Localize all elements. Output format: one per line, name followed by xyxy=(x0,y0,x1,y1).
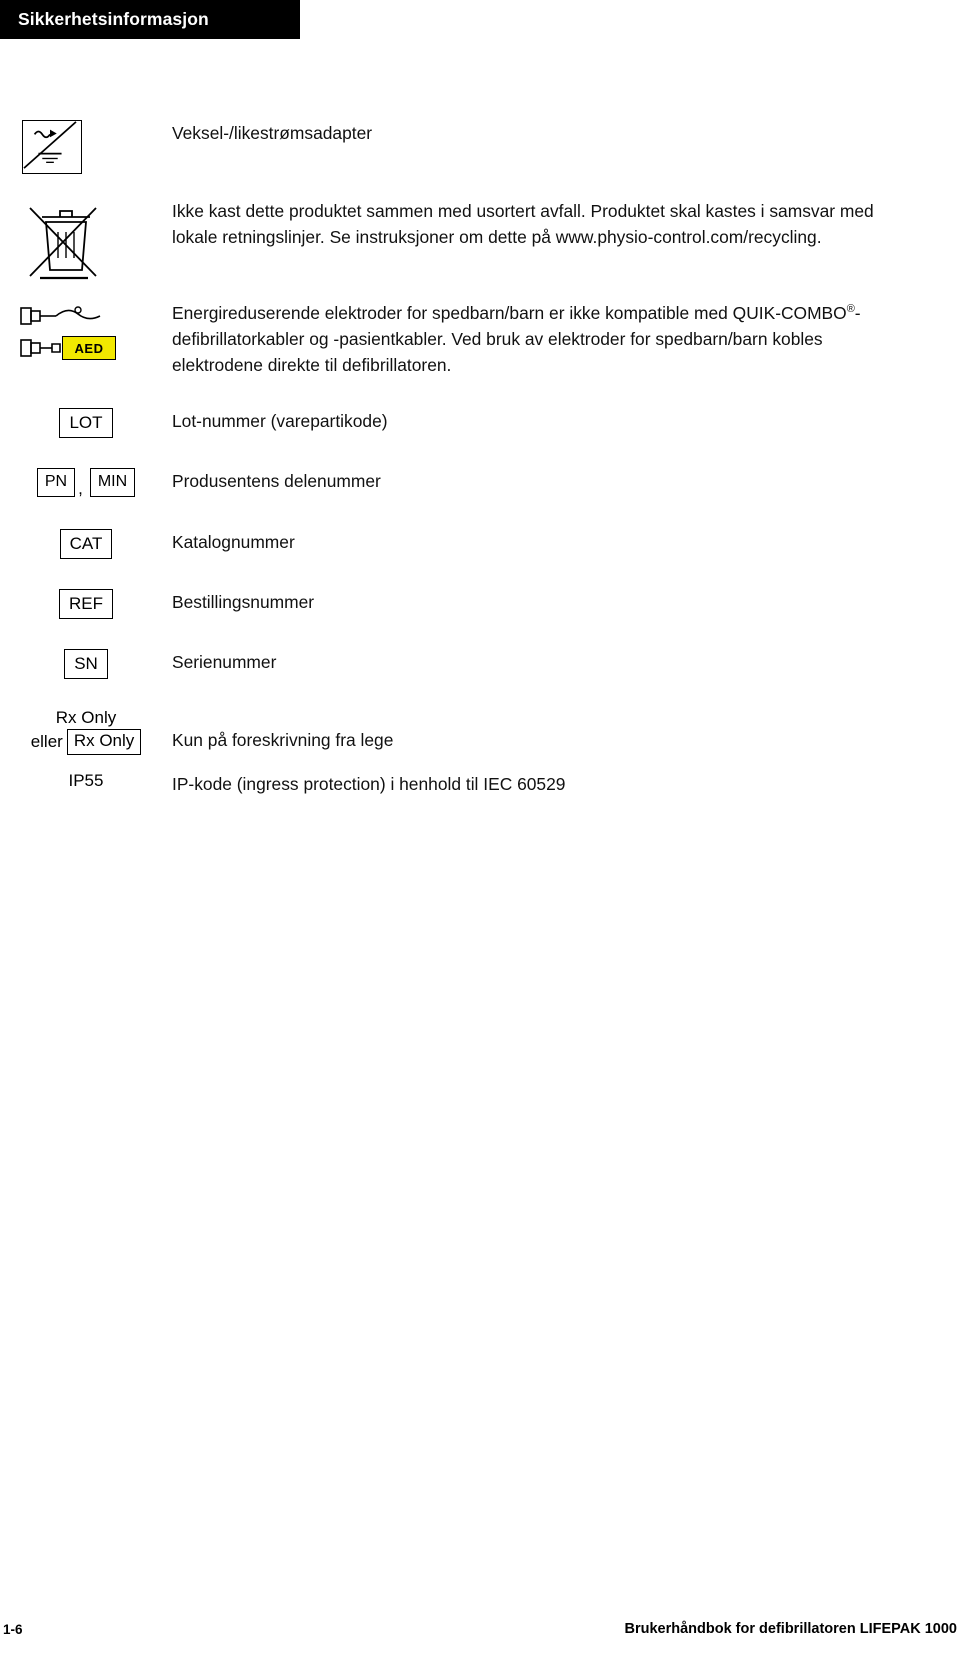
rx-only-plain-label: Rx Only xyxy=(55,708,117,727)
table-row: AED Energireduserende elektroder for spe… xyxy=(0,300,960,378)
symbol-description: Energireduserende elektroder for spedbar… xyxy=(172,300,960,378)
symbol-description: Lot-nummer (varepartikode) xyxy=(172,411,388,431)
symbol-description: IP-kode (ingress protection) i henhold t… xyxy=(172,773,566,794)
symbol-description: Bestillingsnummer xyxy=(172,592,315,612)
page-title: Sikkerhetsinformasjon xyxy=(18,8,209,29)
sn-label: SN xyxy=(64,649,108,679)
symbol-description: Katalognummer xyxy=(172,532,295,552)
aed-badge-label: AED xyxy=(74,340,104,356)
symbol-cell: AED xyxy=(0,300,172,372)
rx-only-group: Rx Only eller Rx Only xyxy=(0,707,172,755)
symbol-cell: REF xyxy=(0,589,172,619)
symbol-description: Veksel-/likestrømsadapter xyxy=(172,123,373,143)
table-row: IP55 IP-kode (ingress protection) i henh… xyxy=(0,763,960,797)
table-row: LOT Lot-nummer (varepartikode) xyxy=(0,408,960,438)
registered-trademark-mark: ® xyxy=(846,303,855,316)
page-footer: 1-6 Brukerhåndbok for defibrillatoren LI… xyxy=(0,1621,960,1637)
symbol-cell: LOT xyxy=(0,408,172,438)
symbol-description: Ikke kast dette produktet sammen med uso… xyxy=(172,201,874,247)
symbol-description: Serienummer xyxy=(172,652,277,672)
ref-label: REF xyxy=(59,589,113,619)
weee-crossed-out-bin-icon xyxy=(22,198,100,284)
table-row: PN , MIN Produsentens delenummer xyxy=(0,468,960,498)
symbol-description: Produsentens delenummer xyxy=(172,471,381,491)
rx-only-alternate-line: eller Rx Only xyxy=(0,729,172,755)
pediatric-electrodes-aed-icon: AED xyxy=(18,300,116,372)
pn-min-separator: , xyxy=(78,478,83,498)
table-row: CAT Katalognummer xyxy=(0,529,960,559)
rx-eller-label: eller xyxy=(30,732,63,752)
header-rule xyxy=(0,37,300,39)
footer-page-number: 1-6 xyxy=(3,1622,23,1637)
symbol-cell: PN , MIN xyxy=(0,468,172,498)
symbol-cell xyxy=(0,120,172,174)
symbol-description: Kun på foreskrivning fra lege xyxy=(172,730,394,750)
table-row: Ikke kast dette produktet sammen med uso… xyxy=(0,198,960,284)
min-label: MIN xyxy=(89,468,136,497)
symbol-cell xyxy=(0,198,172,284)
symbol-cell: CAT xyxy=(0,529,172,559)
cat-label: CAT xyxy=(59,529,113,559)
ip-rating-label: IP55 xyxy=(68,770,104,790)
table-row: REF Bestillingsnummer xyxy=(0,589,960,619)
rx-only-boxed-label: Rx Only xyxy=(66,729,142,755)
ac-dc-adapter-glyph xyxy=(23,121,77,169)
weee-bin-glyph xyxy=(29,207,97,280)
table-row: SN Serienummer xyxy=(0,649,960,679)
lot-label: LOT xyxy=(59,408,113,438)
footer-document-title: Brukerhåndbok for defibrillatoren LIFEPA… xyxy=(624,1621,958,1637)
pn-label: PN xyxy=(36,468,76,497)
ac-dc-adapter-icon xyxy=(22,120,82,174)
pn-min-group: PN , MIN xyxy=(36,468,136,498)
aed-description-part1: Energireduserende elektroder for spedbar… xyxy=(172,303,847,323)
symbol-cell: Rx Only eller Rx Only xyxy=(0,707,172,755)
symbol-cell: SN xyxy=(0,649,172,679)
aed-badge: AED xyxy=(62,336,116,360)
section-header-bar: Sikkerhetsinformasjon xyxy=(0,0,300,38)
symbol-cell: IP55 xyxy=(0,763,172,791)
symbol-definitions-table: Veksel-/likestrømsadapter Ikke kast dett… xyxy=(0,120,960,797)
table-row: Veksel-/likestrømsadapter xyxy=(0,120,960,174)
table-row: Rx Only eller Rx Only Kun på foreskrivni… xyxy=(0,707,960,755)
